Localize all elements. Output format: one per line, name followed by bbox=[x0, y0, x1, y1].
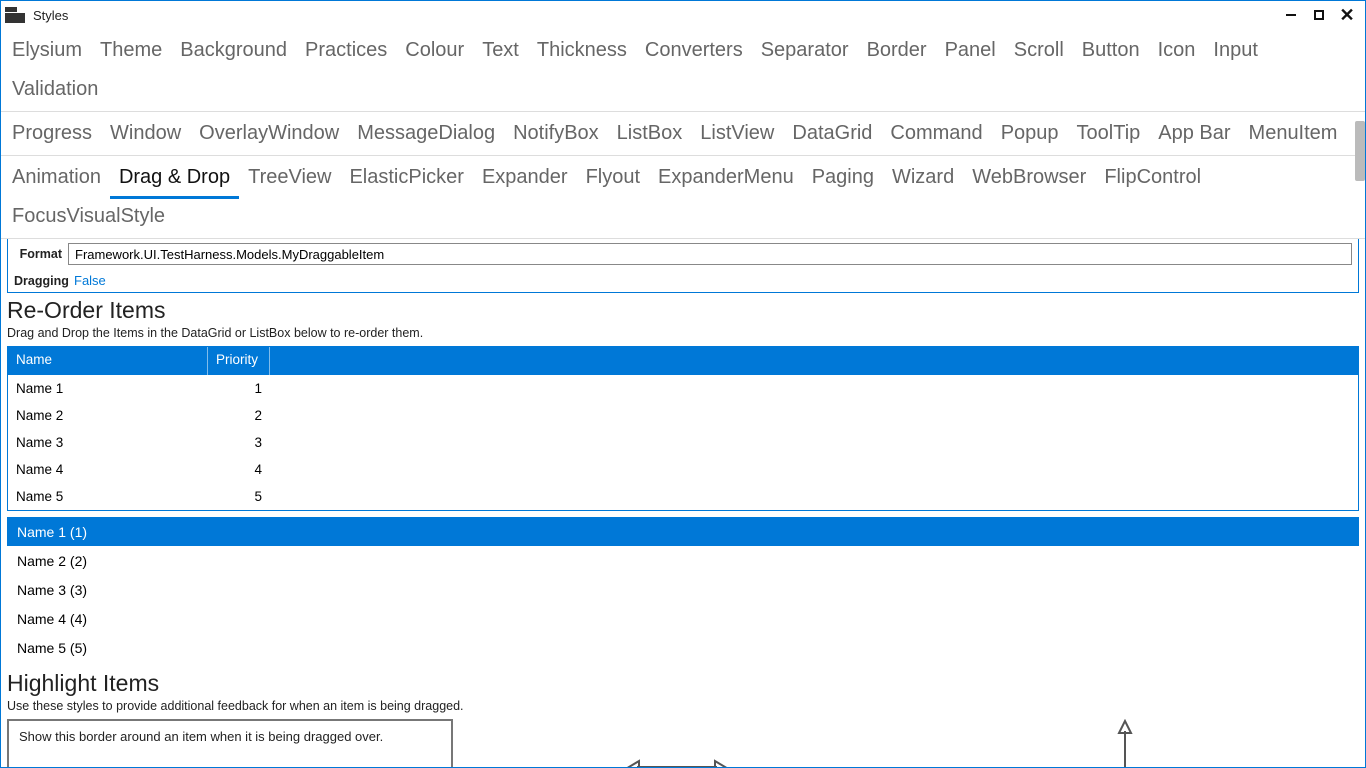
table-row[interactable]: Name 11 bbox=[8, 375, 1358, 402]
tab-row-3: AnimationDrag & DropTreeViewElasticPicke… bbox=[1, 156, 1365, 239]
tab-validation[interactable]: Validation bbox=[3, 72, 107, 111]
cell-priority: 4 bbox=[208, 462, 270, 477]
maximize-button[interactable] bbox=[1305, 4, 1333, 26]
tab-popup[interactable]: Popup bbox=[992, 116, 1068, 155]
list-item[interactable]: Name 4 (4) bbox=[7, 604, 1359, 633]
close-button[interactable]: ✕ bbox=[1333, 4, 1361, 26]
table-row[interactable]: Name 33 bbox=[8, 429, 1358, 456]
tab-treeview[interactable]: TreeView bbox=[239, 160, 340, 199]
tab-messagedialog[interactable]: MessageDialog bbox=[348, 116, 504, 155]
tab-drag-drop[interactable]: Drag & Drop bbox=[110, 160, 239, 199]
col-header-spacer bbox=[270, 347, 1358, 375]
drag-settings-panel: Format Dragging False bbox=[7, 239, 1359, 293]
format-row: Format bbox=[8, 239, 1358, 269]
tab-converters[interactable]: Converters bbox=[636, 33, 752, 72]
list-item[interactable]: Name 1 (1) bbox=[7, 517, 1359, 546]
datagrid-body: Name 11Name 22Name 33Name 44Name 55 bbox=[8, 375, 1358, 510]
horizontal-drop-indicator bbox=[453, 719, 901, 767]
col-header-name[interactable]: Name bbox=[8, 347, 208, 375]
vertical-scrollbar[interactable] bbox=[1355, 121, 1365, 181]
window-title: Styles bbox=[33, 8, 68, 23]
dragging-value: False bbox=[74, 273, 106, 288]
dragging-label: Dragging bbox=[14, 274, 74, 288]
reorder-heading: Re-Order Items bbox=[7, 297, 1359, 324]
cell-priority: 5 bbox=[208, 489, 270, 504]
tab-expandermenu[interactable]: ExpanderMenu bbox=[649, 160, 803, 199]
tab-panel[interactable]: Panel bbox=[936, 33, 1005, 72]
tab-theme[interactable]: Theme bbox=[91, 33, 171, 72]
tab-practices[interactable]: Practices bbox=[296, 33, 396, 72]
tab-paging[interactable]: Paging bbox=[803, 160, 883, 199]
tab-row-1: ElysiumThemeBackgroundPracticesColourTex… bbox=[1, 29, 1365, 112]
reorder-datagrid[interactable]: Name Priority Name 11Name 22Name 33Name … bbox=[7, 346, 1359, 511]
cell-name: Name 1 bbox=[8, 381, 208, 396]
tab-app-bar[interactable]: App Bar bbox=[1149, 116, 1239, 155]
highlight-heading: Highlight Items bbox=[7, 670, 1359, 697]
tab-wizard[interactable]: Wizard bbox=[883, 160, 963, 199]
tab-button[interactable]: Button bbox=[1073, 33, 1149, 72]
tab-menuitem[interactable]: MenuItem bbox=[1240, 116, 1347, 155]
content-area: Format Dragging False Re-Order Items Dra… bbox=[1, 239, 1365, 767]
tab-listview[interactable]: ListView bbox=[691, 116, 783, 155]
tab-animation[interactable]: Animation bbox=[3, 160, 110, 199]
list-item[interactable]: Name 3 (3) bbox=[7, 575, 1359, 604]
folder-icon bbox=[5, 7, 25, 23]
tab-icon[interactable]: Icon bbox=[1149, 33, 1205, 72]
vertical-drop-indicator bbox=[901, 719, 1349, 767]
reorder-desc: Drag and Drop the Items in the DataGrid … bbox=[7, 326, 1359, 340]
tab-border[interactable]: Border bbox=[858, 33, 936, 72]
tab-background[interactable]: Background bbox=[171, 33, 296, 72]
minimize-button[interactable] bbox=[1277, 4, 1305, 26]
tab-text[interactable]: Text bbox=[473, 33, 528, 72]
tab-input[interactable]: Input bbox=[1204, 33, 1266, 72]
list-item[interactable]: Name 2 (2) bbox=[7, 546, 1359, 575]
cell-priority: 2 bbox=[208, 408, 270, 423]
tab-progress[interactable]: Progress bbox=[3, 116, 101, 155]
cell-priority: 1 bbox=[208, 381, 270, 396]
tab-notifybox[interactable]: NotifyBox bbox=[504, 116, 608, 155]
table-row[interactable]: Name 44 bbox=[8, 456, 1358, 483]
app-window: Styles ✕ ElysiumThemeBackgroundPractices… bbox=[0, 0, 1366, 768]
tab-elasticpicker[interactable]: ElasticPicker bbox=[340, 160, 472, 199]
highlight-desc: Use these styles to provide additional f… bbox=[7, 699, 1359, 713]
tab-command[interactable]: Command bbox=[881, 116, 991, 155]
tab-scroll[interactable]: Scroll bbox=[1005, 33, 1073, 72]
table-row[interactable]: Name 22 bbox=[8, 402, 1358, 429]
tab-row-2: ProgressWindowOverlayWindowMessageDialog… bbox=[1, 112, 1365, 156]
tab-listbox[interactable]: ListBox bbox=[608, 116, 692, 155]
cell-name: Name 2 bbox=[8, 408, 208, 423]
cell-name: Name 4 bbox=[8, 462, 208, 477]
tab-thickness[interactable]: Thickness bbox=[528, 33, 636, 72]
datagrid-header: Name Priority bbox=[8, 347, 1358, 375]
title-bar: Styles ✕ bbox=[1, 1, 1365, 29]
tab-separator[interactable]: Separator bbox=[752, 33, 858, 72]
format-label: Format bbox=[14, 247, 68, 261]
tab-window[interactable]: Window bbox=[101, 116, 190, 155]
format-input[interactable] bbox=[68, 243, 1352, 265]
col-header-priority[interactable]: Priority bbox=[208, 347, 270, 375]
tab-webbrowser[interactable]: WebBrowser bbox=[963, 160, 1095, 199]
cell-priority: 3 bbox=[208, 435, 270, 450]
reorder-listbox[interactable]: Name 1 (1)Name 2 (2)Name 3 (3)Name 4 (4)… bbox=[7, 517, 1359, 662]
tab-flipcontrol[interactable]: FlipControl bbox=[1095, 160, 1210, 199]
table-row[interactable]: Name 55 bbox=[8, 483, 1358, 510]
tab-expander[interactable]: Expander bbox=[473, 160, 577, 199]
cell-name: Name 3 bbox=[8, 435, 208, 450]
dragging-row: Dragging False bbox=[8, 269, 1358, 292]
tab-overlaywindow[interactable]: OverlayWindow bbox=[190, 116, 348, 155]
tab-colour[interactable]: Colour bbox=[396, 33, 473, 72]
cell-name: Name 5 bbox=[8, 489, 208, 504]
tab-datagrid[interactable]: DataGrid bbox=[783, 116, 881, 155]
tab-flyout[interactable]: Flyout bbox=[577, 160, 649, 199]
list-item[interactable]: Name 5 (5) bbox=[7, 633, 1359, 662]
tab-focusvisualstyle[interactable]: FocusVisualStyle bbox=[3, 199, 174, 238]
tab-elysium[interactable]: Elysium bbox=[3, 33, 91, 72]
tab-tooltip[interactable]: ToolTip bbox=[1068, 116, 1150, 155]
highlight-row: Show this border around an item when it … bbox=[7, 719, 1359, 767]
highlight-border-box: Show this border around an item when it … bbox=[7, 719, 453, 767]
